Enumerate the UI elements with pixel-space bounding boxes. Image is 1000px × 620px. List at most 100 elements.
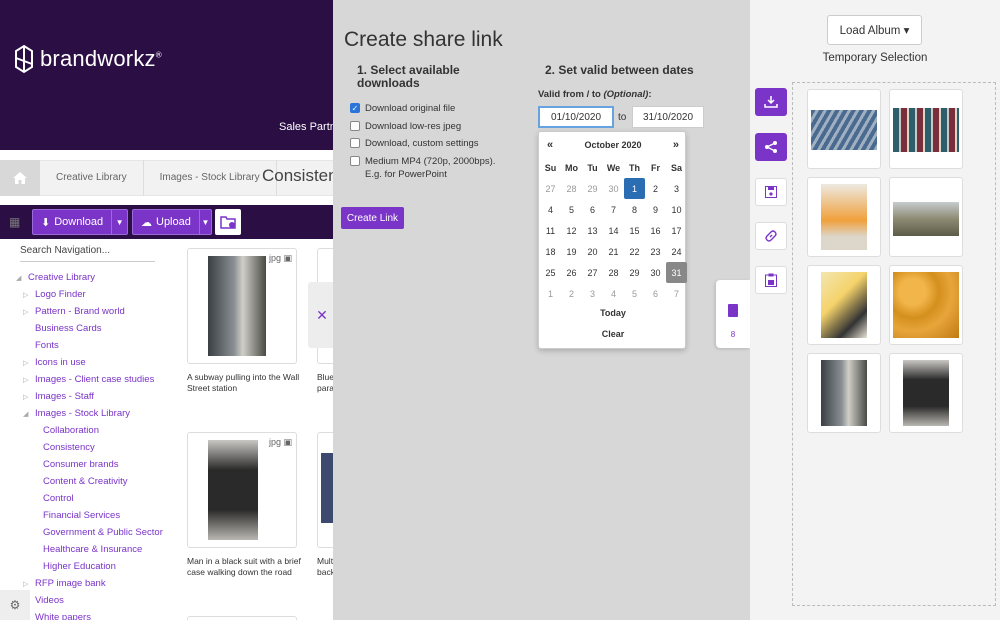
- tree-item[interactable]: ▷ Icons in use: [23, 357, 86, 368]
- calendar-day[interactable]: 4: [603, 283, 624, 304]
- calendar-day[interactable]: 20: [582, 241, 603, 262]
- calendar-day[interactable]: 3: [582, 283, 603, 304]
- gear-icon[interactable]: ⚙: [0, 590, 30, 620]
- asset-card[interactable]: jpg ▣: [187, 248, 297, 364]
- calendar-day[interactable]: 15: [624, 220, 645, 241]
- datepicker-month[interactable]: October 2020: [539, 140, 687, 150]
- today-button[interactable]: Today: [539, 308, 687, 318]
- checkbox-icon[interactable]: [350, 121, 360, 131]
- calendar-day[interactable]: 22: [624, 241, 645, 262]
- calendar-day[interactable]: 12: [561, 220, 582, 241]
- calendar-day[interactable]: 1: [624, 178, 645, 199]
- checkbox-icon[interactable]: ✓: [350, 103, 360, 113]
- tree-item[interactable]: ◢ Images - Stock Library: [23, 408, 130, 419]
- calendar-day[interactable]: 5: [624, 283, 645, 304]
- tree-item[interactable]: Higher Education: [43, 561, 116, 572]
- tree-item[interactable]: ▷ Images - Staff: [23, 391, 94, 402]
- calendar-day[interactable]: 2: [561, 283, 582, 304]
- calendar-day[interactable]: 21: [603, 241, 624, 262]
- checkbox-original[interactable]: ✓ Download original file: [350, 102, 455, 115]
- brand-logo[interactable]: brandworkz®: [14, 44, 162, 74]
- caret-down-icon[interactable]: ◢: [16, 274, 21, 282]
- home-icon[interactable]: [0, 160, 40, 196]
- valid-to-input[interactable]: 31/10/2020: [632, 106, 704, 128]
- calendar-day[interactable]: 5: [561, 199, 582, 220]
- tree-item[interactable]: Business Cards: [35, 323, 102, 334]
- calendar-day[interactable]: 17: [666, 220, 687, 241]
- caret-right-icon[interactable]: ▷: [23, 359, 28, 367]
- calendar-day[interactable]: 4: [540, 199, 561, 220]
- clipboard-icon[interactable]: [755, 266, 787, 294]
- calendar-day[interactable]: 9: [645, 199, 666, 220]
- calendar-day[interactable]: 19: [561, 241, 582, 262]
- asset-thumbnail[interactable]: [893, 272, 959, 338]
- asset-card[interactable]: [187, 616, 297, 620]
- calendar-day[interactable]: 27: [582, 262, 603, 283]
- share-icon[interactable]: [755, 133, 787, 161]
- calendar-day[interactable]: 23: [645, 241, 666, 262]
- selected-asset[interactable]: [889, 89, 963, 169]
- download-tray-icon[interactable]: [755, 88, 787, 116]
- calendar-day[interactable]: 10: [666, 199, 687, 220]
- calendar-day[interactable]: 28: [561, 178, 582, 199]
- tree-item[interactable]: ▷ Images - Client case studies: [23, 374, 154, 385]
- calendar-day[interactable]: 1: [540, 283, 561, 304]
- calendar-day[interactable]: 26: [561, 262, 582, 283]
- tree-item-active[interactable]: Consistency: [43, 442, 95, 453]
- checkbox-mp4[interactable]: Medium MP4 (720p, 2000bps). E.g. for Pow…: [350, 155, 510, 181]
- valid-from-input[interactable]: 01/10/2020: [538, 106, 614, 128]
- asset-thumbnail[interactable]: [903, 360, 949, 426]
- selected-asset[interactable]: [807, 89, 881, 169]
- selected-asset[interactable]: [807, 265, 881, 345]
- calendar-day[interactable]: 2: [645, 178, 666, 199]
- calendar-day[interactable]: 29: [624, 262, 645, 283]
- calendar-day[interactable]: 8: [624, 199, 645, 220]
- tree-item[interactable]: Consumer brands: [43, 459, 119, 470]
- tree-item[interactable]: Content & Creativity: [43, 476, 127, 487]
- asset-card[interactable]: jpg ▣: [187, 432, 297, 548]
- calendar-day[interactable]: 18: [540, 241, 561, 262]
- calendar-day[interactable]: 7: [603, 199, 624, 220]
- asset-thumbnail[interactable]: [893, 202, 959, 236]
- calendar-day[interactable]: 16: [645, 220, 666, 241]
- checkbox-icon[interactable]: [350, 156, 360, 166]
- calendar-day[interactable]: 6: [645, 283, 666, 304]
- caret-right-icon[interactable]: ▷: [23, 308, 28, 316]
- tree-item[interactable]: Control: [43, 493, 74, 504]
- calendar-day[interactable]: 30: [603, 178, 624, 199]
- calendar-day[interactable]: 13: [582, 220, 603, 241]
- tree-item[interactable]: White papers: [35, 612, 91, 620]
- tree-item[interactable]: ▷ Pattern - Brand world: [23, 306, 125, 317]
- breadcrumb-item[interactable]: Images - Stock Library: [144, 160, 277, 196]
- tree-item[interactable]: Collaboration: [43, 425, 99, 436]
- checkbox-icon[interactable]: [350, 138, 360, 148]
- calendar-day[interactable]: 25: [540, 262, 561, 283]
- asset-caption[interactable]: A subway pulling into the Wall Street st…: [187, 372, 302, 394]
- tree-item[interactable]: Healthcare & Insurance: [43, 544, 142, 555]
- save-icon[interactable]: [755, 178, 787, 206]
- tree-item[interactable]: ▷ Logo Finder: [23, 289, 86, 300]
- tree-item[interactable]: ▷ RFP image bank: [23, 578, 106, 589]
- selected-asset[interactable]: [889, 353, 963, 433]
- new-folder-icon[interactable]: [215, 209, 241, 235]
- selected-asset[interactable]: [807, 177, 881, 257]
- caret-right-icon[interactable]: ▷: [23, 393, 28, 401]
- caret-down-icon[interactable]: ◢: [23, 410, 28, 418]
- tree-item[interactable]: Fonts: [35, 340, 59, 351]
- calendar-day[interactable]: 30: [645, 262, 666, 283]
- calendar-day[interactable]: 3: [666, 178, 687, 199]
- search-navigation-input[interactable]: Search Navigation...: [20, 242, 155, 262]
- asset-caption[interactable]: Man in a black suit with a brief case wa…: [187, 556, 305, 578]
- create-link-button[interactable]: Create Link: [341, 207, 404, 229]
- upload-button[interactable]: ☁ Upload ▼: [132, 209, 212, 235]
- asset-thumbnail[interactable]: [821, 272, 867, 338]
- download-button[interactable]: ⬇ Download ▼: [32, 209, 128, 235]
- view-toggle-icon[interactable]: ▦: [9, 215, 23, 229]
- calendar-day[interactable]: 7: [666, 283, 687, 304]
- selected-asset[interactable]: [889, 265, 963, 345]
- calendar-day[interactable]: 6: [582, 199, 603, 220]
- selection-dropzone[interactable]: [792, 82, 996, 606]
- selected-asset[interactable]: [889, 177, 963, 257]
- calendar-day[interactable]: 11: [540, 220, 561, 241]
- link-icon[interactable]: [755, 222, 787, 250]
